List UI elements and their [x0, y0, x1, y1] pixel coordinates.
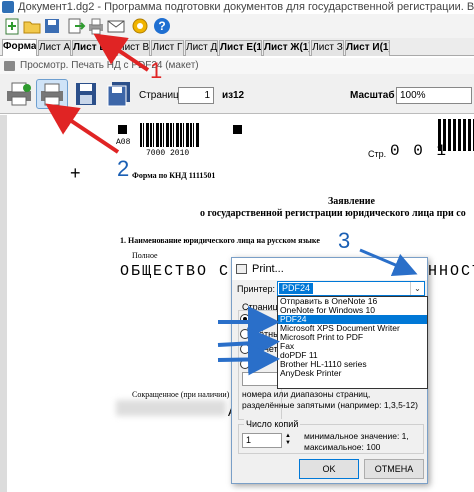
short-name-label: Сокращенное (при наличии) — [132, 390, 230, 399]
page-range-input[interactable] — [242, 372, 278, 386]
corner-marker-right — [233, 125, 242, 134]
tab-sheet-b[interactable]: Лист Б(1) — [72, 40, 116, 56]
barcode-prefix: A08 — [116, 138, 131, 147]
printer-option[interactable]: doPDF 11 — [278, 351, 427, 360]
page-code-number: 0 0 1 — [390, 142, 449, 160]
zoom-label: Масштаб — [350, 90, 395, 101]
tab-sheet-a[interactable]: Лист А — [38, 40, 71, 56]
knd-form-code: Форма по КНД 1111501 — [132, 171, 216, 180]
printer-option[interactable]: Brother HL-1110 series — [278, 360, 427, 369]
printer-option[interactable]: Fax — [278, 342, 427, 351]
print-dialog-title: Print... — [252, 263, 284, 275]
step-3-label: 3 — [338, 228, 351, 253]
open-folder-icon[interactable] — [22, 16, 42, 36]
export-icon[interactable] — [66, 16, 86, 36]
settings-gear-icon[interactable] — [130, 16, 150, 36]
step-2-label: 2 — [117, 156, 130, 181]
tab-sheet-i[interactable]: Лист И(1) — [345, 40, 390, 56]
copies-label: Число копий — [244, 419, 301, 429]
radio-odd-pages[interactable] — [240, 344, 250, 354]
print-direct-button[interactable] — [3, 79, 35, 109]
tab-form[interactable]: Форма — [2, 39, 37, 56]
printer-select-value: PDF24 — [279, 283, 314, 294]
radio-even-pages[interactable] — [240, 329, 250, 339]
even-pages-label: Чётны — [253, 329, 280, 339]
printer-option[interactable]: Отправить в OneNote 16 — [278, 297, 427, 306]
radio-page-range[interactable] — [240, 359, 250, 369]
page-range-hint: номера или диапазоны страниц, разделённы… — [242, 389, 418, 410]
zoom-select[interactable]: 100% — [396, 87, 472, 104]
window-title: Документ1.dg2 - Программа подготовки док… — [18, 1, 474, 13]
page-total: 12 — [233, 90, 245, 101]
section-1-title: 1. Наименование юридического лица на рус… — [120, 236, 320, 245]
tab-sheet-v[interactable]: Лист В — [117, 40, 150, 56]
printer-option[interactable]: OneNote for Windows 10 — [278, 306, 427, 315]
ok-button[interactable]: OK — [299, 459, 359, 479]
crosshair-mark: + — [70, 163, 81, 183]
blurred-text — [116, 400, 226, 416]
help-icon[interactable]: ? — [152, 16, 172, 36]
of-label: из — [222, 90, 234, 101]
tab-sheet-d[interactable]: Лист Д — [185, 40, 218, 56]
printer-label: Принтер: — [237, 284, 276, 294]
window-title-bar: Документ1.dg2 - Программа подготовки док… — [0, 0, 474, 14]
copies-hint: минимальное значение: 1, максимальное: 1… — [304, 431, 409, 452]
full-name-label: Полное — [132, 251, 158, 260]
tab-sheet-g[interactable]: Лист Г — [151, 40, 184, 56]
app-icon — [2, 1, 14, 13]
printer-option[interactable]: Microsoft Print to PDF — [278, 333, 427, 342]
chevron-down-icon[interactable]: ⌄ — [410, 282, 424, 295]
step-1-label: 1 — [150, 58, 163, 83]
printer-select[interactable]: PDF24 ⌄ — [277, 281, 425, 296]
odd-pages-label: Нечет — [253, 344, 278, 354]
barcode-number: 7000 2010 — [146, 149, 190, 158]
print-dialog-titlebar: Print... — [232, 258, 427, 280]
tab-sheet-zh[interactable]: Лист Ж(1) — [263, 40, 310, 56]
printer-option[interactable]: Microsoft XPS Document Writer — [278, 324, 427, 333]
preview-toolbar: Страница 1 из 12 Масштаб 100% — [0, 74, 474, 114]
printer-option-selected[interactable]: PDF24 — [278, 315, 427, 324]
save-disk-button[interactable] — [70, 79, 102, 109]
radio-all-pages[interactable] — [240, 314, 250, 324]
tab-sheet-e[interactable]: Лист Е(1) — [219, 40, 262, 56]
barcode — [140, 123, 200, 147]
main-toolbar: ? — [0, 14, 474, 38]
new-document-icon[interactable] — [2, 16, 22, 36]
printer-option[interactable]: AnyDesk Printer — [278, 369, 427, 378]
copies-stepper[interactable]: ▲ ▼ — [284, 433, 292, 448]
copies-input[interactable]: 1 — [242, 433, 282, 448]
form-subheading: о государственной регистрации юридическо… — [200, 208, 466, 219]
form-heading: Заявление — [328, 196, 375, 207]
print-dialog-button[interactable] — [36, 79, 68, 109]
tab-sheet-z[interactable]: Лист З — [311, 40, 344, 56]
page-number-input[interactable]: 1 — [178, 87, 214, 104]
preview-title: Просмотр. Печать НД с PDF24 (макет) — [20, 60, 199, 71]
dialog-printer-icon — [236, 264, 247, 274]
printer-small-icon — [4, 61, 15, 71]
preview-left-margin — [0, 115, 7, 492]
print-icon[interactable] — [86, 16, 106, 36]
page-code-label: Стр. — [368, 149, 387, 159]
cancel-button[interactable]: ОТМЕНА — [364, 459, 424, 479]
preview-title-bar: Просмотр. Печать НД с PDF24 (макет) — [0, 58, 474, 74]
save-icon[interactable] — [42, 16, 62, 36]
corner-marker — [118, 125, 127, 134]
save-all-button[interactable] — [103, 79, 135, 109]
svg-text:?: ? — [158, 19, 165, 33]
sheet-tabs: Форма Лист А Лист Б(1) Лист В Лист Г Лис… — [0, 38, 474, 56]
printer-dropdown-list: Отправить в OneNote 16 OneNote for Windo… — [277, 296, 428, 389]
full-name-text-right: ННОСТ — [428, 263, 474, 280]
mail-icon[interactable] — [106, 16, 126, 36]
